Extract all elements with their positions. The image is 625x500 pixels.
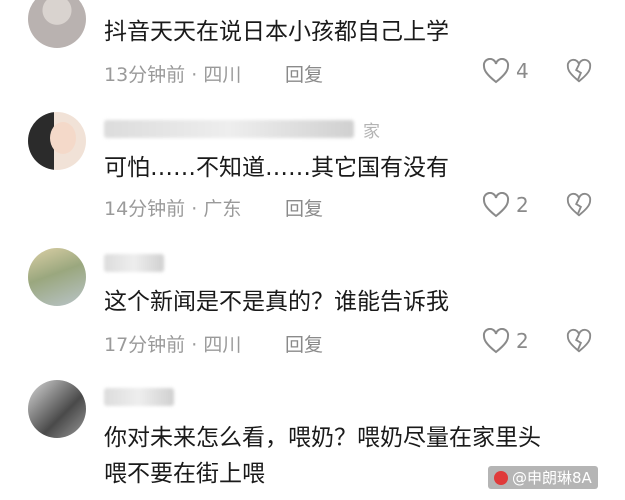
dislike-button[interactable]	[566, 192, 592, 222]
watermark-logo-icon	[494, 471, 508, 485]
reply-button[interactable]: 回复	[285, 330, 323, 357]
watermark-text: @申朗琳8A	[512, 469, 592, 487]
comment-location: 四川	[203, 334, 242, 356]
comment-meta: 14分钟前 · 广东	[104, 198, 242, 220]
comment-time: 17分钟前	[104, 334, 186, 356]
username-redacted	[104, 120, 354, 138]
comment-text-line-2: 喂不要在街上喂	[104, 461, 265, 487]
watermark: @申朗琳8A	[488, 466, 598, 489]
broken-heart-icon	[566, 328, 592, 353]
comment-text-line-1: 你对未来怎么看，喂奶？喂奶尽量在家里头	[104, 425, 541, 451]
heart-icon	[482, 328, 510, 354]
like-count: 4	[516, 59, 529, 83]
comment-text: 抖音天天在说日本小孩都自己上学	[104, 19, 449, 45]
comment-text: 这个新闻是不是真的？谁能告诉我	[104, 289, 449, 315]
avatar[interactable]	[28, 248, 86, 306]
reply-button[interactable]: 回复	[285, 60, 323, 87]
like-button[interactable]: 4	[482, 58, 529, 84]
username-redacted	[104, 254, 164, 272]
reply-button[interactable]: 回复	[285, 194, 323, 221]
avatar[interactable]	[28, 112, 86, 170]
like-count: 2	[516, 329, 529, 353]
comment-location: 广东	[203, 198, 242, 220]
dislike-button[interactable]	[566, 58, 592, 88]
heart-icon	[482, 192, 510, 218]
comment-time: 13分钟前	[104, 64, 186, 86]
like-count: 2	[516, 193, 529, 217]
comment-text: 可怕……不知道……其它国有没有	[104, 155, 449, 181]
heart-icon	[482, 58, 510, 84]
avatar[interactable]	[28, 0, 86, 48]
avatar[interactable]	[28, 380, 86, 438]
broken-heart-icon	[566, 58, 592, 83]
username-tail: 家	[363, 122, 380, 142]
comment-meta: 13分钟前 · 四川	[104, 64, 242, 86]
broken-heart-icon	[566, 192, 592, 217]
like-button[interactable]: 2	[482, 328, 529, 354]
like-button[interactable]: 2	[482, 192, 529, 218]
dislike-button[interactable]	[566, 328, 592, 358]
comment-location: 四川	[203, 64, 242, 86]
comment-time: 14分钟前	[104, 198, 186, 220]
comment-meta: 17分钟前 · 四川	[104, 334, 242, 356]
username-redacted	[104, 388, 174, 406]
